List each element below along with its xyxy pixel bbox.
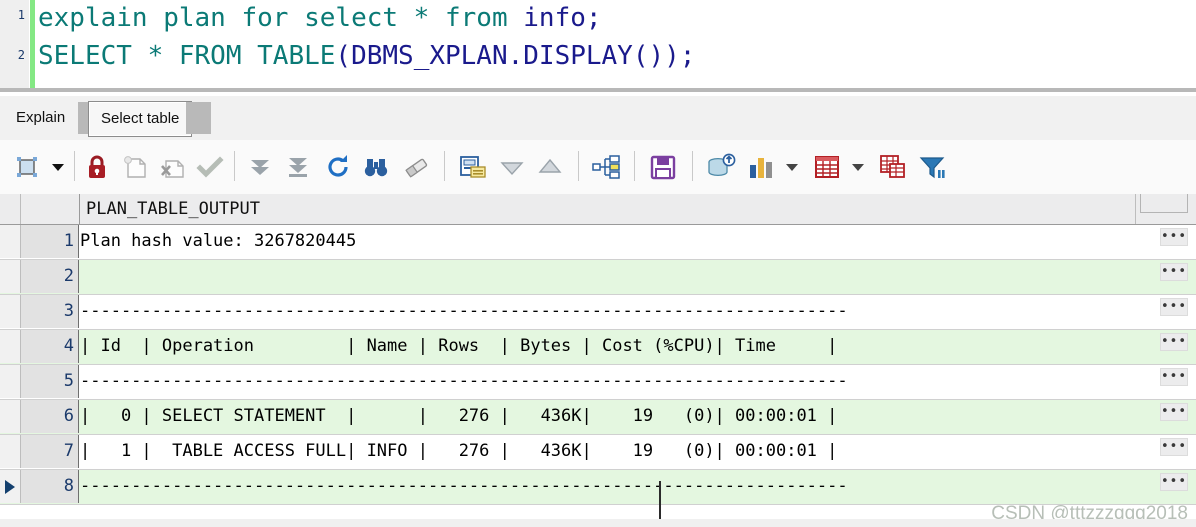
row-ellipsis-button[interactable]: ••• <box>1160 333 1188 351</box>
find-icon[interactable] <box>360 149 392 185</box>
filter-icon[interactable] <box>916 149 950 185</box>
line-number-2: 2 <box>17 48 25 62</box>
column-header-plan-table-output[interactable]: PLAN_TABLE_OUTPUT <box>80 194 1136 224</box>
row-text[interactable]: | 1 | TABLE ACCESS FULL| INFO | 276 | 43… <box>80 435 1196 468</box>
row-ellipsis-button[interactable]: ••• <box>1160 473 1188 491</box>
chart-icon[interactable] <box>744 149 778 185</box>
row-indicator <box>0 470 21 503</box>
grid-caret-icon[interactable] <box>848 149 868 185</box>
last-page-icon[interactable] <box>282 149 314 185</box>
table-row-selected[interactable]: 8 --------------------------------------… <box>0 470 1196 505</box>
grid-toolbar <box>0 140 1196 195</box>
explain-plan-icon[interactable] <box>590 149 624 185</box>
row-text[interactable]: ----------------------------------------… <box>80 365 1196 398</box>
current-row-arrow-icon <box>5 479 15 494</box>
row-number: 2 <box>21 260 79 293</box>
row-ellipsis-button[interactable]: ••• <box>1160 403 1188 421</box>
row-number: 8 <box>21 470 79 503</box>
row-text[interactable] <box>80 260 1196 293</box>
row-ellipsis-button[interactable]: ••• <box>1160 263 1188 281</box>
save-icon[interactable] <box>646 149 680 185</box>
editor-change-bar <box>30 0 35 92</box>
row-indicator <box>0 295 21 328</box>
tab-select-table[interactable]: Select table <box>88 101 193 137</box>
editor-splitter[interactable] <box>0 88 1196 92</box>
row-indicator <box>0 260 21 293</box>
grid-header-rownum-cell <box>21 194 80 224</box>
row-indicator <box>0 435 21 468</box>
record-details-icon[interactable] <box>456 149 490 185</box>
select-all-icon[interactable] <box>10 149 44 185</box>
line-number-1: 1 <box>17 8 25 22</box>
results-grid: PLAN_TABLE_OUTPUT 1 Plan hash value: 326… <box>0 194 1196 527</box>
sort-descending-icon[interactable] <box>496 149 528 185</box>
copy-table-icon[interactable] <box>876 149 910 185</box>
table-row[interactable]: 2 ••• <box>0 260 1196 295</box>
copy-record-icon <box>118 149 152 185</box>
chart-caret-icon[interactable] <box>782 149 802 185</box>
table-row[interactable]: 3 --------------------------------------… <box>0 295 1196 330</box>
grid-rows: 1 Plan hash value: 3267820445 ••• 2 ••• … <box>0 225 1196 505</box>
grid-header-indicator-cell <box>0 194 21 224</box>
sql-developer-window: 1 2 explain plan for select * from info;… <box>0 0 1196 527</box>
row-ellipsis-button[interactable]: ••• <box>1160 368 1188 386</box>
delete-record-icon <box>156 149 190 185</box>
toolbar-separator-5 <box>634 151 635 181</box>
row-text[interactable]: | Id | Operation | Name | Rows | Bytes |… <box>80 330 1196 363</box>
sql-editor[interactable]: 1 2 explain plan for select * from info;… <box>0 0 1196 92</box>
sort-ascending-icon[interactable] <box>534 149 566 185</box>
grid-header-tail <box>1135 194 1196 224</box>
table-row[interactable]: 1 Plan hash value: 3267820445 ••• <box>0 225 1196 260</box>
row-indicator <box>0 330 21 363</box>
row-text[interactable]: ----------------------------------------… <box>80 295 1196 328</box>
code-line-1-keywords: explain plan for select * from <box>38 3 524 33</box>
tab-explain[interactable]: Explain <box>4 101 77 135</box>
row-number: 7 <box>21 435 79 468</box>
row-indicator <box>0 365 21 398</box>
row-number: 6 <box>21 400 79 433</box>
row-number: 4 <box>21 330 79 363</box>
code-line-2-identifier: (DBMS_XPLAN.DISPLAY()); <box>335 41 696 71</box>
row-number: 5 <box>21 365 79 398</box>
lock-icon[interactable] <box>82 149 112 185</box>
export-data-icon[interactable] <box>704 149 738 185</box>
tab-separator-right <box>186 102 211 134</box>
code-line-1-identifier: info; <box>523 3 602 33</box>
toolbar-separator-1 <box>74 151 75 181</box>
table-row[interactable]: 4 | Id | Operation | Name | Rows | Bytes… <box>0 330 1196 365</box>
editor-code-area[interactable]: explain plan for select * from info; SEL… <box>38 0 1196 92</box>
row-text[interactable]: Plan hash value: 3267820445 <box>80 225 1196 258</box>
refresh-icon[interactable] <box>322 149 354 185</box>
row-text[interactable]: ----------------------------------------… <box>80 470 1196 503</box>
grid-icon[interactable] <box>810 149 844 185</box>
toolbar-separator-4 <box>578 151 579 181</box>
row-indicator <box>0 225 21 258</box>
editor-line-number-gutter: 1 2 <box>0 0 29 92</box>
toolbar-separator-2 <box>234 151 235 181</box>
code-line-2-keywords: SELECT * FROM TABLE <box>38 41 336 71</box>
row-text[interactable]: | 0 | SELECT STATEMENT | | 276 | 436K| 1… <box>80 400 1196 433</box>
code-line-2[interactable]: SELECT * FROM TABLE(DBMS_XPLAN.DISPLAY()… <box>38 36 695 76</box>
row-ellipsis-button[interactable]: ••• <box>1160 438 1188 456</box>
results-tabstrip: Explain Select table <box>0 96 1196 141</box>
erase-icon[interactable] <box>400 149 432 185</box>
dropdown-caret-icon[interactable] <box>48 149 68 185</box>
row-ellipsis-button[interactable]: ••• <box>1160 298 1188 316</box>
row-number: 1 <box>21 225 79 258</box>
table-row[interactable]: 6 | 0 | SELECT STATEMENT | | 276 | 436K|… <box>0 400 1196 435</box>
grid-header-scroll-spacer <box>1140 194 1188 213</box>
row-ellipsis-button[interactable]: ••• <box>1160 228 1188 246</box>
next-page-icon[interactable] <box>244 149 276 185</box>
grid-bottom-edge <box>0 519 1196 527</box>
toolbar-separator-3 <box>444 151 445 181</box>
post-changes-icon <box>194 149 226 185</box>
row-number: 3 <box>21 295 79 328</box>
table-row[interactable]: 5 --------------------------------------… <box>0 365 1196 400</box>
grid-header-row: PLAN_TABLE_OUTPUT <box>0 194 1196 225</box>
toolbar-separator-6 <box>692 151 693 181</box>
row-indicator <box>0 400 21 433</box>
code-line-1[interactable]: explain plan for select * from info; <box>38 0 602 38</box>
table-row[interactable]: 7 | 1 | TABLE ACCESS FULL| INFO | 276 | … <box>0 435 1196 470</box>
